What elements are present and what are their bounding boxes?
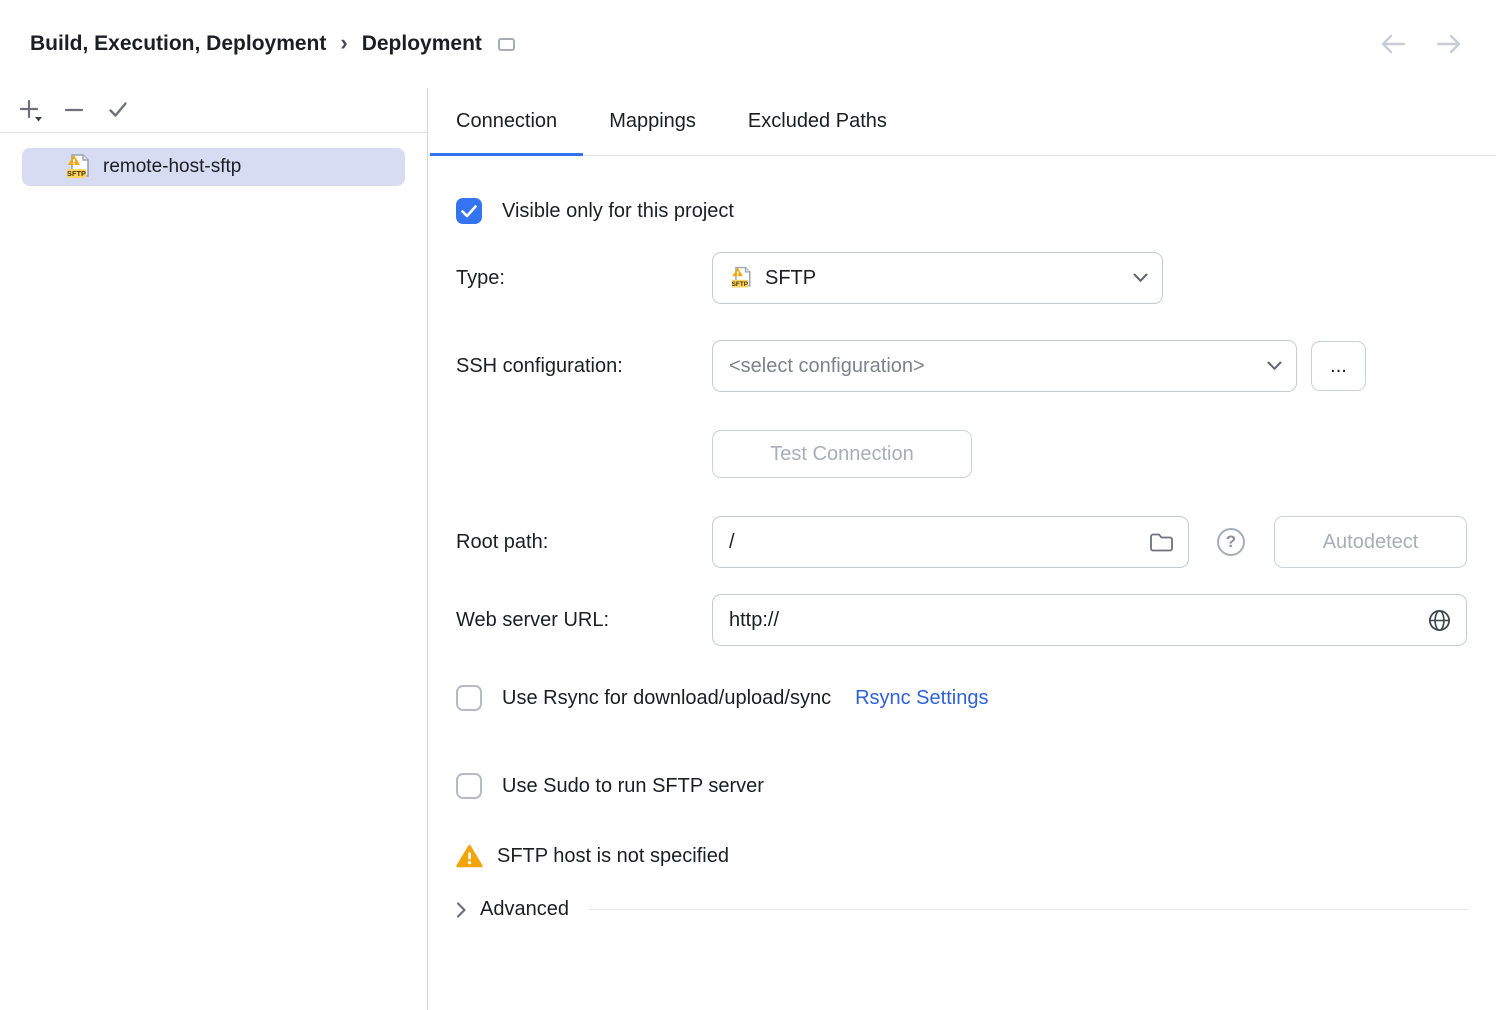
test-connection-row: Test Connection <box>456 430 1468 478</box>
type-label: Type: <box>456 267 712 290</box>
rsync-row: Use Rsync for download/upload/sync Rsync… <box>456 685 1468 711</box>
globe-icon[interactable] <box>1427 608 1452 633</box>
sudo-checkbox[interactable] <box>456 773 482 799</box>
chevron-right-icon <box>456 901 467 919</box>
visible-only-label: Visible only for this project <box>502 200 734 223</box>
sftp-file-icon: SFTP <box>729 265 755 291</box>
visible-only-checkbox[interactable] <box>456 198 482 224</box>
forward-arrow-icon[interactable] <box>1436 33 1462 55</box>
ssh-configuration-dropdown[interactable]: <select configuration> <box>712 340 1297 392</box>
server-name: remote-host-sftp <box>103 156 241 178</box>
servers-sidebar: SFTP remote-host-sftp <box>0 88 428 1010</box>
server-list-item[interactable]: SFTP remote-host-sftp <box>22 148 405 186</box>
folder-icon[interactable] <box>1149 532 1174 553</box>
breadcrumb: Build, Execution, Deployment › Deploymen… <box>30 31 515 57</box>
use-as-default-check-icon[interactable] <box>96 93 140 127</box>
root-path-row: Root path: ? Autodetect <box>456 516 1468 568</box>
tab-bar: Connection Mappings Excluded Paths <box>428 88 1496 156</box>
deployment-settings-panel: Connection Mappings Excluded Paths Visib… <box>428 88 1496 1010</box>
ssh-configuration-row: SSH configuration: <select configuration… <box>456 340 1468 392</box>
tab-excluded-paths[interactable]: Excluded Paths <box>722 88 913 155</box>
web-server-url-label: Web server URL: <box>456 609 712 632</box>
web-server-url-field <box>712 594 1467 646</box>
add-server-button[interactable] <box>8 93 52 127</box>
rsync-checkbox[interactable] <box>456 685 482 711</box>
chevron-down-icon <box>1133 273 1148 283</box>
sftp-file-icon: SFTP <box>64 152 94 182</box>
back-arrow-icon[interactable] <box>1380 33 1406 55</box>
chevron-down-icon <box>1267 361 1282 371</box>
type-row: Type: SFTP SFTP <box>456 252 1468 304</box>
type-value: SFTP <box>765 267 816 290</box>
settings-header: Build, Execution, Deployment › Deploymen… <box>0 0 1496 88</box>
web-server-url-row: Web server URL: <box>456 594 1468 646</box>
ssh-configuration-value: <select configuration> <box>729 355 925 378</box>
warning-icon <box>456 844 483 868</box>
tab-mappings[interactable]: Mappings <box>583 88 722 155</box>
section-divider <box>589 909 1468 910</box>
sudo-label: Use Sudo to run SFTP server <box>502 775 764 798</box>
sudo-row: Use Sudo to run SFTP server <box>456 773 1468 799</box>
root-path-field <box>712 516 1189 568</box>
tab-connection[interactable]: Connection <box>430 88 583 155</box>
web-server-url-input[interactable] <box>729 609 1427 632</box>
help-icon[interactable]: ? <box>1217 528 1245 556</box>
root-path-input[interactable] <box>729 531 1149 554</box>
history-navigation <box>1380 33 1462 55</box>
sidebar-toolbar <box>0 88 427 133</box>
advanced-label: Advanced <box>480 898 569 921</box>
type-dropdown[interactable]: SFTP SFTP <box>712 252 1163 304</box>
warning-message: SFTP host is not specified <box>497 845 729 868</box>
svg-text:SFTP: SFTP <box>732 281 749 288</box>
test-connection-button[interactable]: Test Connection <box>712 430 972 478</box>
connection-form: Visible only for this project Type: <box>428 156 1496 1010</box>
browse-ssh-configurations-button[interactable]: ... <box>1311 341 1366 391</box>
svg-text:SFTP: SFTP <box>67 169 86 178</box>
servers-list: SFTP remote-host-sftp <box>0 133 427 201</box>
breadcrumb-separator-icon: › <box>340 30 347 56</box>
remove-server-button[interactable] <box>52 93 96 127</box>
autodetect-button[interactable]: Autodetect <box>1274 516 1467 568</box>
advanced-section-toggle[interactable]: Advanced <box>456 898 1468 921</box>
visible-only-row: Visible only for this project <box>456 198 1468 224</box>
root-path-label: Root path: <box>456 531 712 554</box>
rsync-settings-link[interactable]: Rsync Settings <box>855 687 988 710</box>
breadcrumb-parent[interactable]: Build, Execution, Deployment <box>30 32 326 56</box>
ssh-configuration-label: SSH configuration: <box>456 355 712 378</box>
copy-settings-icon[interactable] <box>498 38 515 51</box>
breadcrumb-current: Deployment <box>362 32 482 56</box>
warning-row: SFTP host is not specified <box>456 844 1468 868</box>
rsync-label: Use Rsync for download/upload/sync <box>502 687 831 710</box>
